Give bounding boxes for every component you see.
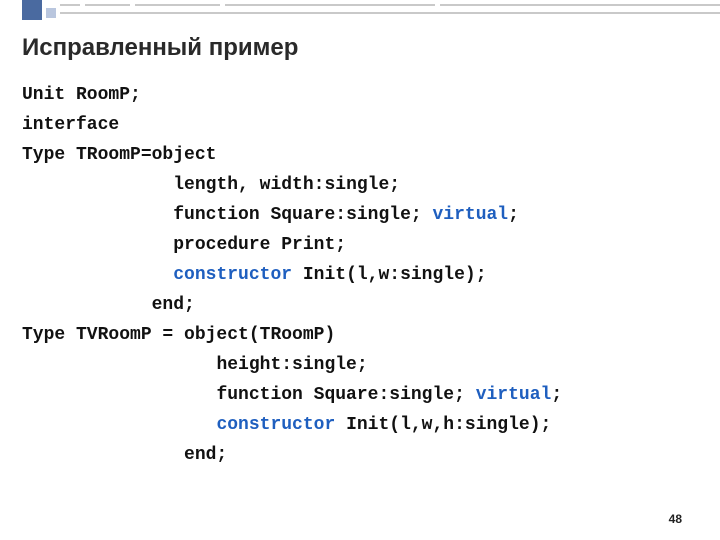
code-text: ; [508,205,519,225]
code-text: ; [551,385,562,405]
code-indent [22,175,173,195]
code-line: Type TVRoomP = object(TRoomP) [22,325,335,345]
code-keyword-constructor: constructor [173,265,292,285]
code-indent [22,295,152,315]
slide-title: Исправленный пример [22,34,298,62]
code-line: end; [152,295,195,315]
deco-square-large [22,0,42,20]
code-line: Unit RoomP; [22,85,141,105]
code-line: procedure Print; [173,235,346,255]
code-line: Type TRoomP=object [22,145,216,165]
deco-dash [440,4,720,6]
page-number: 48 [669,512,682,526]
code-indent [22,415,216,435]
code-text: Init(l,w:single); [292,265,486,285]
slide-decoration [0,0,720,30]
deco-dash [135,4,220,6]
code-keyword-virtual: virtual [432,205,508,225]
deco-dash [85,4,130,6]
code-indent [22,265,173,285]
code-line: length, width:single; [173,175,400,195]
code-keyword-virtual: virtual [476,385,552,405]
code-text: function Square:single; [173,205,432,225]
code-block: Unit RoomP; interface Type TRoomP=object… [22,80,562,470]
code-line: interface [22,115,119,135]
deco-dash [60,4,80,6]
deco-dash [60,12,720,14]
deco-square-small [46,8,56,18]
code-indent [22,445,184,465]
code-line: end; [184,445,227,465]
deco-dash [225,4,435,6]
code-indent [22,235,173,255]
code-indent [22,355,216,375]
code-indent [22,205,173,225]
code-text: Init(l,w,h:single); [335,415,551,435]
code-text: function Square:single; [216,385,475,405]
code-keyword-constructor: constructor [216,415,335,435]
code-indent [22,385,216,405]
code-line: height:single; [216,355,367,375]
